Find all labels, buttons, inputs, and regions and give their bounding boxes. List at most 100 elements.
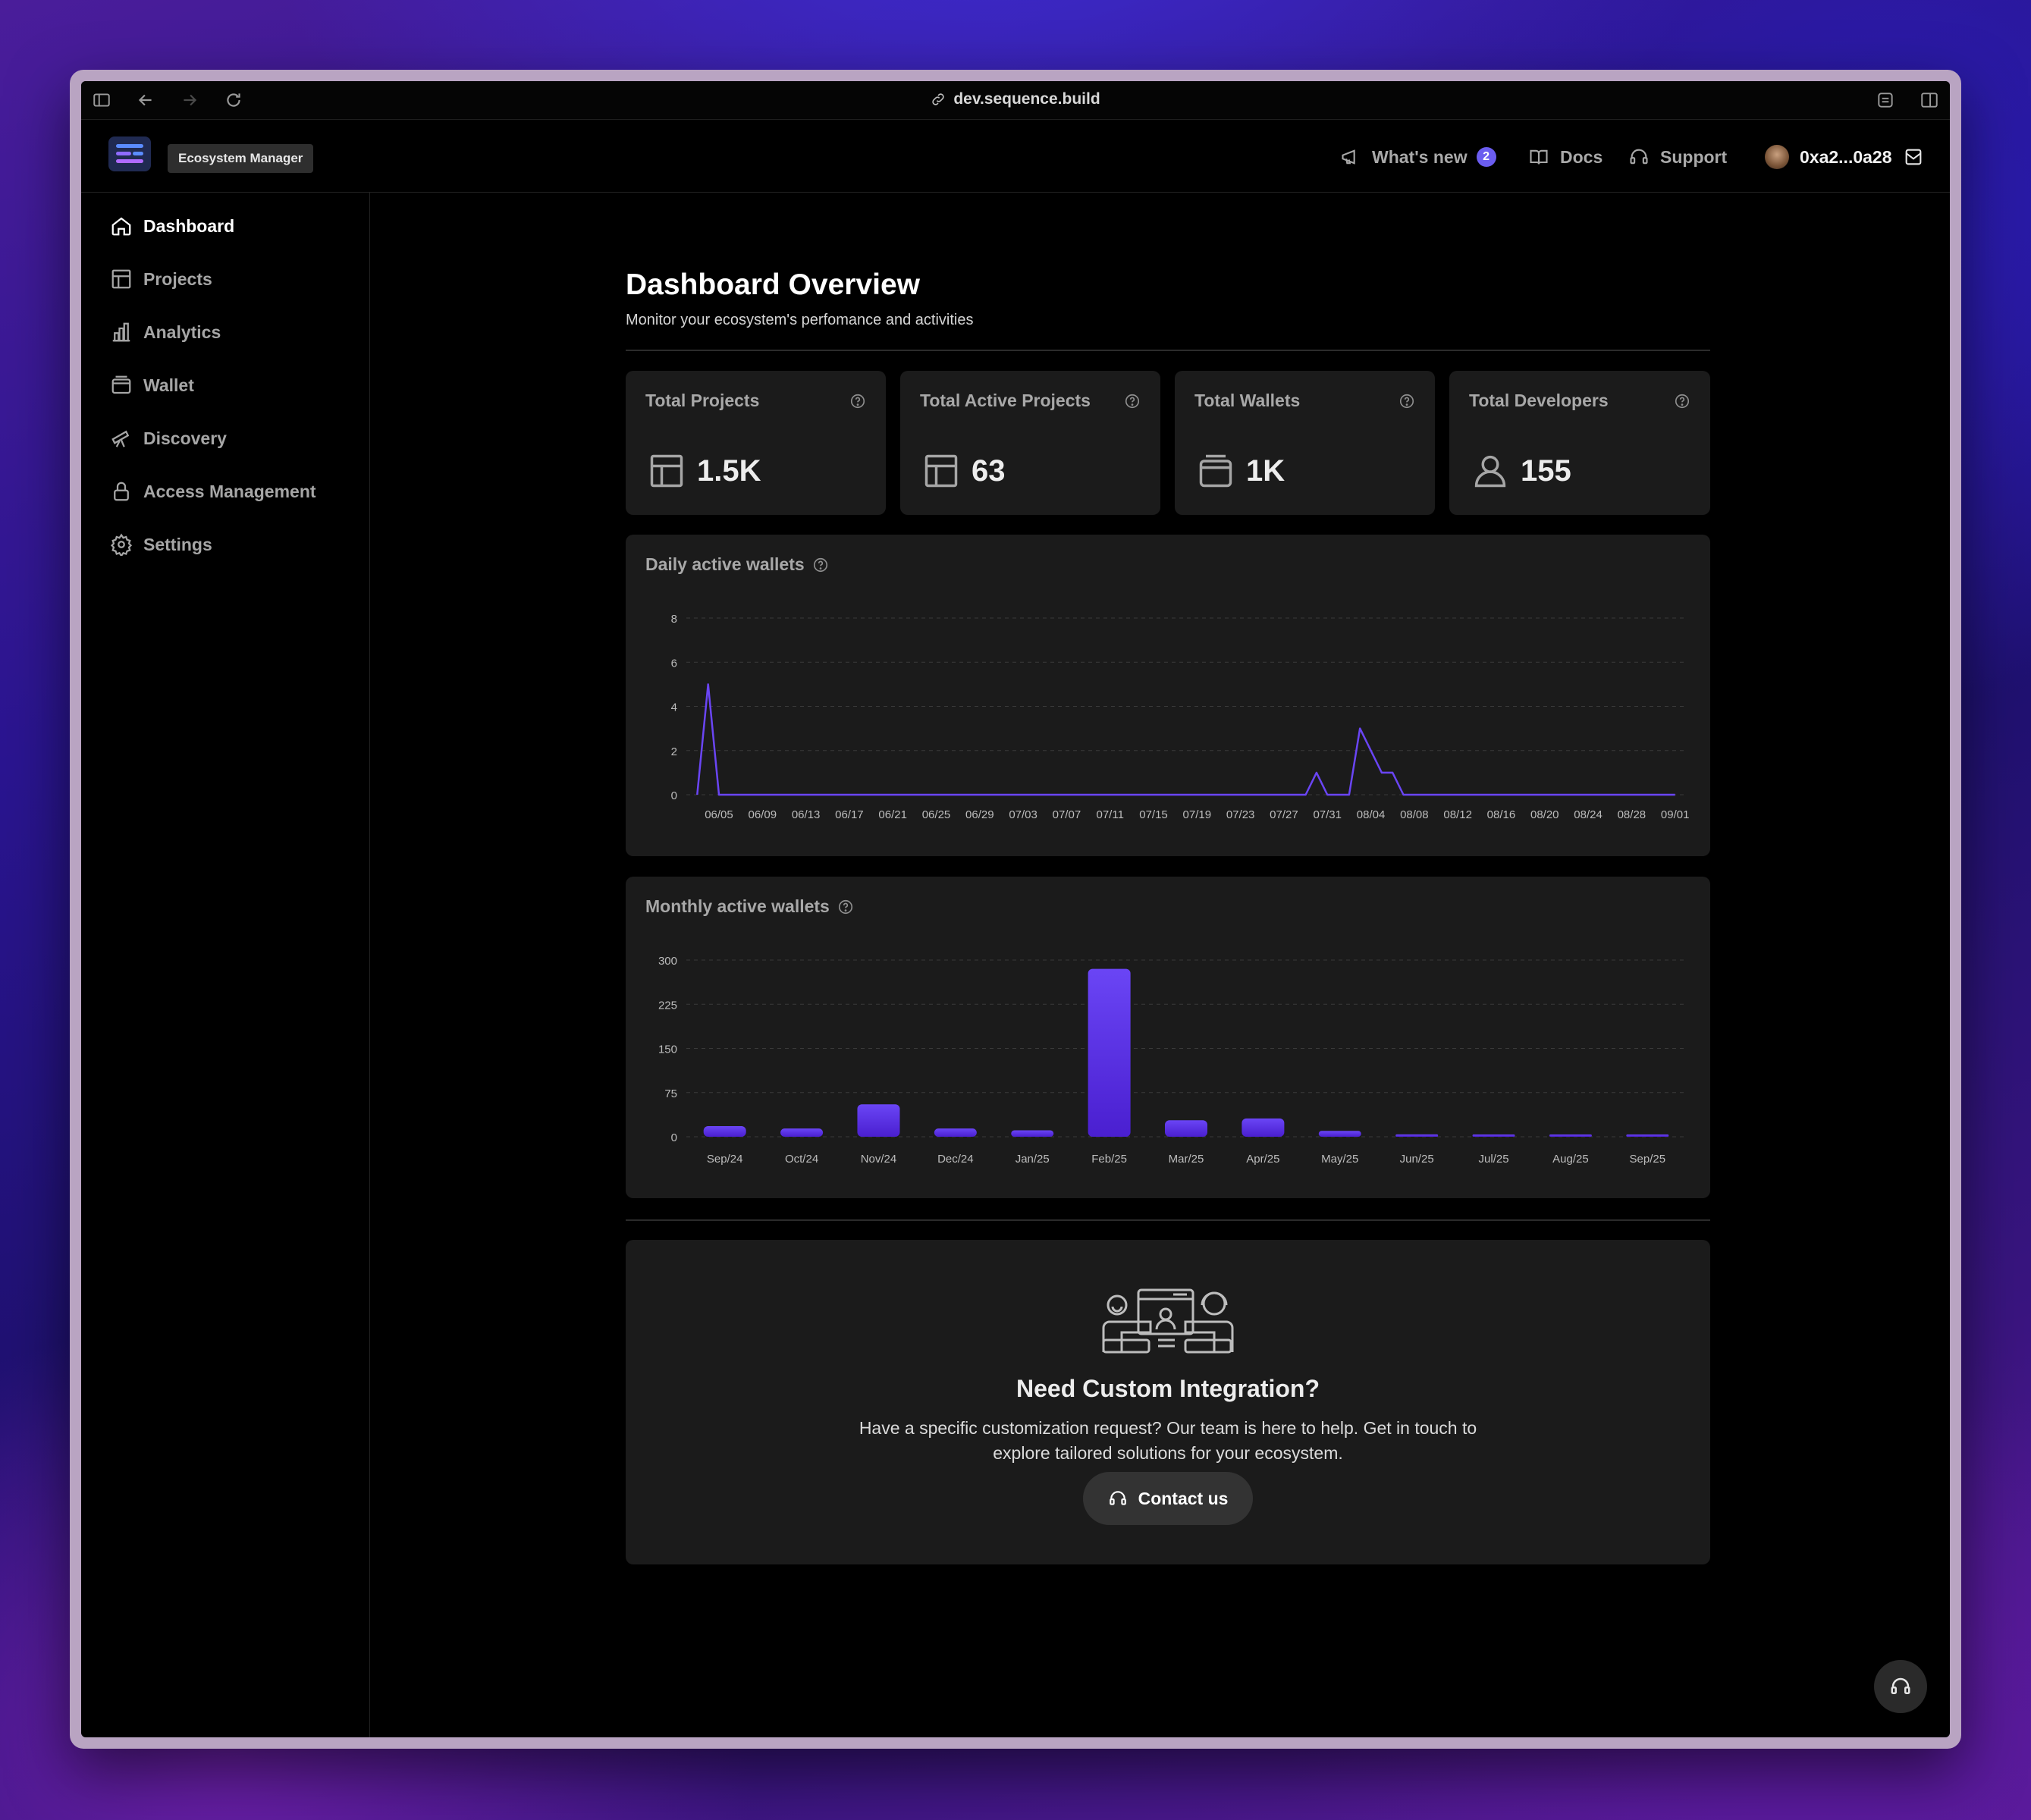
- support-team-illustration-icon: [1102, 1288, 1234, 1354]
- bar: [1549, 1134, 1592, 1137]
- support-chat-button[interactable]: [1874, 1660, 1927, 1713]
- sidebar-item-label: Dashboard: [143, 215, 235, 236]
- bar: [1165, 1120, 1207, 1137]
- y-tick-label: 6: [671, 657, 677, 670]
- headset-icon: [1630, 149, 1648, 165]
- telescope-icon: [111, 430, 130, 447]
- account-menu[interactable]: 0xa2...0a28: [1765, 142, 1924, 172]
- x-tick-label: May/25: [1321, 1153, 1358, 1166]
- x-tick-label: 06/09: [749, 808, 777, 821]
- stat-card-total-developers: Total Developers 155: [1449, 371, 1710, 515]
- page-title: Dashboard Overview: [626, 268, 920, 301]
- headset-icon: [1891, 1677, 1910, 1694]
- whats-new-label: What's new: [1372, 146, 1468, 167]
- bar: [1318, 1131, 1361, 1137]
- bar: [1626, 1134, 1669, 1137]
- stat-value: 155: [1521, 454, 1571, 488]
- x-tick-label: 06/21: [878, 808, 907, 821]
- stat-value: 1K: [1246, 454, 1285, 488]
- x-tick-label: 07/15: [1139, 808, 1168, 821]
- stat-card-total-active-projects: Total Active Projects 63: [900, 371, 1160, 515]
- stat-value: 1.5K: [697, 454, 761, 488]
- book-icon: [1530, 149, 1548, 165]
- browser-toolbar: dev.sequence.build: [81, 81, 1950, 120]
- x-tick-label: Jan/25: [1016, 1153, 1050, 1166]
- x-tick-label: Sep/24: [707, 1153, 743, 1166]
- x-tick-label: Feb/25: [1091, 1153, 1127, 1166]
- cta-title: Need Custom Integration?: [1016, 1375, 1320, 1402]
- headset-icon: [1109, 1491, 1126, 1505]
- wallet-icon: [111, 375, 131, 394]
- bar: [1472, 1134, 1515, 1137]
- stat-label: Total Developers: [1469, 391, 1609, 410]
- sidebar-item-access-management[interactable]: Access Management: [110, 476, 316, 507]
- sidebar-item-dashboard[interactable]: Dashboard: [110, 211, 234, 241]
- x-tick-label: 08/12: [1443, 808, 1472, 821]
- bar: [1242, 1118, 1285, 1137]
- stat-card-total-wallets: Total Wallets 1K: [1175, 371, 1435, 515]
- support-button[interactable]: Support: [1628, 142, 1727, 172]
- sequence-logo[interactable]: [108, 136, 151, 171]
- split-view-icon[interactable]: [1920, 90, 1939, 110]
- x-tick-label: Aug/25: [1552, 1153, 1589, 1166]
- x-tick-label: 08/24: [1574, 808, 1603, 821]
- sidebar-item-label: Access Management: [143, 481, 316, 501]
- daily-active-wallets-card: Daily active wallets 0 2 4 6 8 06/05 06/09 06/1…: [626, 535, 1710, 856]
- x-tick-label: Mar/25: [1169, 1153, 1204, 1166]
- main-content: Dashboard Overview Monitor your ecosyste…: [370, 193, 1950, 1737]
- stat-label: Total Active Projects: [920, 391, 1091, 410]
- bar: [1011, 1130, 1054, 1137]
- extension-icon[interactable]: [1876, 90, 1895, 110]
- contact-us-label: Contact us: [1138, 1488, 1229, 1508]
- x-tick-label: Jun/25: [1400, 1153, 1434, 1166]
- contact-us-button[interactable]: Contact us: [1083, 1472, 1253, 1525]
- x-tick-label: 07/27: [1270, 808, 1298, 821]
- sidebar-item-discovery[interactable]: Discovery: [110, 423, 227, 453]
- x-tick-label: Dec/24: [937, 1153, 974, 1166]
- y-tick-label: 0: [671, 789, 677, 802]
- sidebar-item-analytics[interactable]: Analytics: [110, 317, 221, 347]
- x-tick-label: 08/04: [1357, 808, 1386, 821]
- docs-label: Docs: [1560, 146, 1603, 167]
- sidebar-item-settings[interactable]: Settings: [110, 529, 212, 560]
- x-tick-label: 07/31: [1313, 808, 1342, 821]
- sidebar-item-label: Analytics: [143, 322, 221, 342]
- x-tick-label: 08/20: [1530, 808, 1559, 821]
- wallet-address: 0xa2...0a28: [1800, 146, 1892, 167]
- table-icon: [111, 269, 131, 289]
- whats-new-button[interactable]: What's new 2: [1340, 142, 1496, 172]
- bar-chart-icon: [112, 322, 130, 342]
- address-bar[interactable]: dev.sequence.build: [81, 90, 1950, 108]
- help-icon[interactable]: [849, 393, 866, 410]
- bar: [780, 1128, 824, 1137]
- x-tick-label: 07/07: [1053, 808, 1081, 821]
- y-tick-label: 225: [658, 999, 677, 1012]
- home-icon: [111, 217, 131, 236]
- bar: [703, 1126, 746, 1137]
- x-tick-label: 07/11: [1096, 808, 1123, 821]
- bar: [1088, 968, 1131, 1137]
- sidebar-item-wallet[interactable]: Wallet: [110, 370, 194, 400]
- page-subtitle: Monitor your ecosystem's perfomance and …: [626, 312, 974, 328]
- y-tick-label: 4: [671, 701, 677, 714]
- x-tick-label: 07/19: [1183, 808, 1212, 821]
- x-tick-label: 06/25: [922, 808, 951, 821]
- docs-button[interactable]: Docs: [1528, 142, 1603, 172]
- link-icon: [932, 93, 945, 106]
- stat-value: 63: [972, 454, 1006, 488]
- cta-description: Have a specific customization request? O…: [859, 1418, 1477, 1463]
- browser-window: dev.sequence.build Ecosystem Manager Wha…: [70, 70, 1961, 1749]
- help-icon[interactable]: [1398, 393, 1415, 410]
- help-icon[interactable]: [1674, 393, 1690, 410]
- sidebar-item-label: Settings: [143, 534, 212, 554]
- lock-icon: [114, 482, 129, 501]
- sidebar-item-projects[interactable]: Projects: [110, 264, 212, 294]
- table-icon: [924, 454, 958, 488]
- y-tick-label: 0: [671, 1131, 677, 1144]
- help-icon[interactable]: [1124, 393, 1141, 410]
- monthly-active-wallets-card: Monthly active wallets 0 75 150 225 300 Sep/2…: [626, 877, 1710, 1198]
- y-tick-label: 2: [671, 745, 677, 758]
- bar: [1395, 1134, 1439, 1137]
- gear-icon: [110, 533, 133, 556]
- x-tick-label: Sep/25: [1630, 1153, 1666, 1166]
